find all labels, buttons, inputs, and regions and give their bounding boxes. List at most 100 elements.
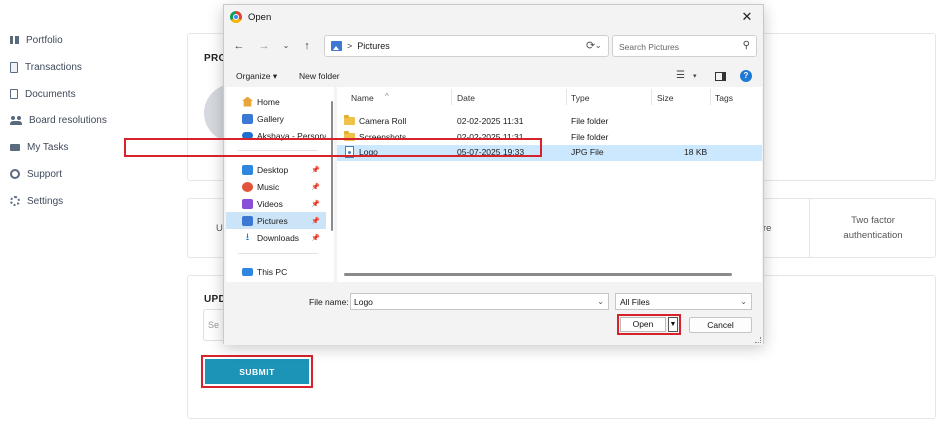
nav-item-desktop[interactable]: Desktop 📌 bbox=[226, 161, 326, 178]
nav-item-videos[interactable]: Videos 📌 bbox=[226, 195, 326, 212]
navigation-pane-scrollbar[interactable] bbox=[331, 101, 333, 231]
column-header-date[interactable]: Date bbox=[457, 93, 475, 103]
file-type-select[interactable]: All Files ⌄ bbox=[615, 293, 752, 310]
file-type-chevron-icon: ⌄ bbox=[740, 297, 747, 306]
address-bar[interactable]: > Pictures ⌄ bbox=[324, 35, 609, 57]
tab-two-factor-authentication[interactable]: Two factor authentication bbox=[818, 213, 928, 243]
view-options-icon[interactable]: ☰ bbox=[676, 70, 685, 81]
column-header-tags[interactable]: Tags bbox=[715, 93, 733, 103]
pin-icon[interactable]: 📌 bbox=[311, 166, 320, 174]
gear-icon bbox=[10, 196, 20, 206]
nav-item-label: This PC bbox=[257, 266, 288, 277]
open-button[interactable]: Open bbox=[620, 317, 666, 332]
cancel-button[interactable]: Cancel bbox=[689, 317, 752, 333]
music-icon bbox=[242, 181, 253, 192]
file-name-label: File name: bbox=[309, 297, 349, 307]
pin-icon[interactable]: 📌 bbox=[311, 183, 320, 191]
nav-item-home[interactable]: Home bbox=[226, 93, 326, 110]
address-dropdown-chevron-icon[interactable]: ⌄ bbox=[594, 40, 602, 51]
file-date: 02-02-2025 11:31 bbox=[457, 116, 524, 126]
sidebar-item-transactions[interactable]: Transactions bbox=[10, 57, 82, 77]
sidebar-item-label: Board resolutions bbox=[29, 114, 107, 126]
column-separator[interactable] bbox=[710, 89, 711, 105]
close-icon[interactable]: ✕ bbox=[739, 9, 755, 25]
column-separator[interactable] bbox=[566, 89, 567, 105]
nav-item-label: Home bbox=[257, 96, 280, 107]
file-size: 18 KB bbox=[684, 147, 708, 157]
view-options-chevron-icon[interactable]: ▾ bbox=[693, 72, 697, 80]
sort-up-icon: ^ bbox=[385, 92, 389, 101]
up-arrow-icon[interactable]: ↑ bbox=[300, 39, 314, 53]
column-separator[interactable] bbox=[651, 89, 652, 105]
column-header-type[interactable]: Type bbox=[571, 93, 589, 103]
search-icon: ⚲ bbox=[742, 40, 750, 51]
sidebar-item-portfolio[interactable]: Portfolio bbox=[10, 30, 63, 50]
nav-item-label: Desktop bbox=[257, 164, 289, 175]
column-separator[interactable] bbox=[451, 89, 452, 105]
sidebar-item-support[interactable]: Support bbox=[10, 164, 62, 184]
back-arrow-icon[interactable]: ← bbox=[232, 39, 246, 53]
sidebar-item-board-resolutions[interactable]: Board resolutions bbox=[10, 110, 107, 130]
bar-chart-icon bbox=[10, 36, 19, 44]
file-name: Camera Roll bbox=[359, 116, 407, 126]
refresh-icon[interactable]: ⟳ bbox=[586, 39, 595, 52]
sidebar-item-documents[interactable]: Documents bbox=[10, 84, 76, 104]
file-row-camera-roll[interactable]: Camera Roll 02-02-2025 11:31 File folder bbox=[337, 114, 756, 129]
support-icon bbox=[10, 169, 20, 179]
tab-partial-left[interactable]: U bbox=[216, 221, 223, 236]
nav-item-music[interactable]: Music 📌 bbox=[226, 178, 326, 195]
nav-item-downloads[interactable]: ⭳ Downloads 📌 bbox=[226, 229, 326, 246]
file-type: File folder bbox=[571, 116, 609, 126]
nav-item-label: Gallery bbox=[257, 113, 284, 124]
file-type-value: All Files bbox=[620, 297, 650, 307]
nav-item-pictures[interactable]: Pictures 📌 bbox=[226, 212, 326, 229]
help-icon[interactable]: ? bbox=[740, 70, 752, 82]
dialog-titlebar[interactable]: Open ✕ bbox=[224, 5, 763, 29]
logo-row-highlight-outline bbox=[124, 138, 542, 157]
page: Portfolio Transactions Documents Board r… bbox=[0, 0, 939, 421]
file-type: JPG File bbox=[571, 147, 604, 157]
tab-divider bbox=[809, 199, 810, 257]
file-type: File folder bbox=[571, 132, 609, 142]
organize-menu[interactable]: Organize ▾ bbox=[236, 71, 277, 82]
column-header-label: Name bbox=[351, 93, 374, 103]
sidebar-item-label: Settings bbox=[27, 195, 64, 207]
recent-locations-chevron-icon[interactable]: ⌄ bbox=[279, 39, 293, 53]
nav-item-gallery[interactable]: Gallery bbox=[226, 110, 326, 127]
sidebar-item-label: My Tasks bbox=[27, 141, 69, 153]
forward-arrow-icon[interactable]: → bbox=[257, 39, 271, 53]
column-header-name[interactable]: Name ^ bbox=[351, 92, 389, 103]
breadcrumb-pictures[interactable]: Pictures bbox=[357, 41, 390, 51]
file-list: Name ^ Date Type Size Tags Camera Roll 0… bbox=[337, 87, 762, 282]
sidebar-item-settings[interactable]: Settings bbox=[10, 191, 63, 211]
document-icon bbox=[10, 89, 18, 99]
submit-button[interactable]: SUBMIT bbox=[205, 359, 309, 384]
file-name-dropdown-chevron-icon[interactable]: ⌄ bbox=[597, 297, 604, 306]
tab-label-line1: Two factor bbox=[851, 215, 895, 226]
preview-pane-icon[interactable] bbox=[715, 72, 726, 81]
tab-partial-right[interactable]: re bbox=[763, 221, 771, 236]
resize-grip-icon[interactable] bbox=[755, 337, 761, 343]
sidebar-item-my-tasks[interactable]: My Tasks bbox=[10, 137, 69, 157]
desktop-icon bbox=[242, 164, 253, 175]
navigation-pane: Home Gallery Akshaya - Persona Desktop 📌… bbox=[226, 87, 334, 282]
videos-icon bbox=[242, 198, 253, 209]
gallery-icon bbox=[242, 113, 253, 124]
pin-icon[interactable]: 📌 bbox=[311, 200, 320, 208]
sidebar-item-label: Portfolio bbox=[26, 34, 63, 46]
home-icon bbox=[242, 96, 253, 107]
new-folder-button[interactable]: New folder bbox=[299, 71, 340, 81]
dialog-title: Open bbox=[248, 11, 272, 23]
search-input[interactable]: Search Pictures ⚲ bbox=[612, 35, 757, 57]
file-list-horizontal-scrollbar[interactable] bbox=[344, 273, 732, 276]
nav-item-this-pc[interactable]: This PC bbox=[226, 263, 326, 280]
column-header-size[interactable]: Size bbox=[657, 93, 674, 103]
open-dropdown-caret-icon[interactable]: ▼ bbox=[668, 317, 678, 332]
file-name-input[interactable]: Logo ⌄ bbox=[350, 293, 609, 310]
clipboard-icon bbox=[10, 61, 18, 73]
pin-icon[interactable]: 📌 bbox=[311, 234, 320, 242]
nav-item-label: Videos bbox=[257, 198, 283, 209]
pin-icon[interactable]: 📌 bbox=[311, 217, 320, 225]
sidebar-item-label: Transactions bbox=[25, 61, 82, 73]
nav-item-label: Pictures bbox=[257, 215, 288, 226]
